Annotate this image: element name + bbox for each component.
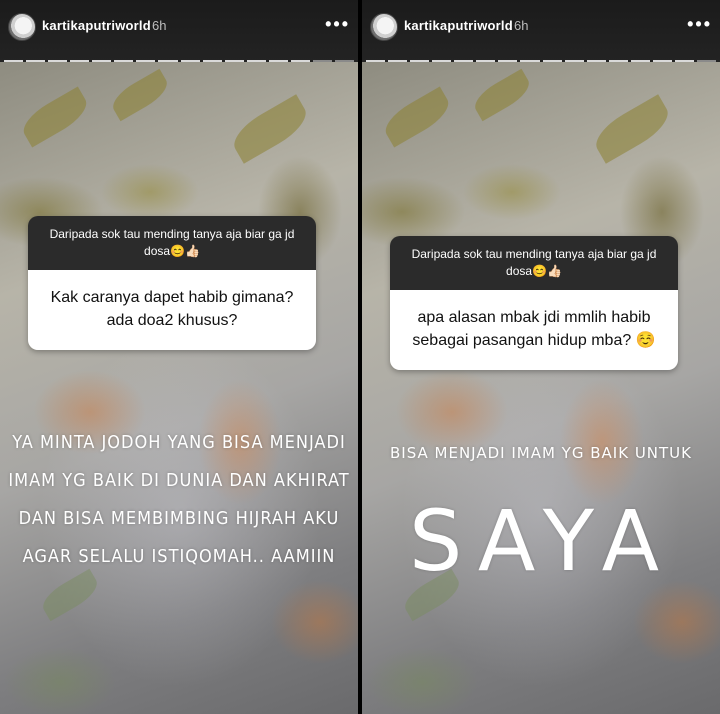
more-dots-icon[interactable]: •••: [687, 14, 712, 35]
answer-text: YA MINTA JODOH YANG BISA MENJADI IMAM YG…: [8, 432, 350, 567]
question-prompt: Daripada sok tau mending tanya aja biar …: [390, 236, 678, 290]
leaf-decoration: [17, 86, 93, 148]
leaf-decoration: [107, 68, 173, 122]
story-header: kartikaputriworld 6h •••: [0, 0, 358, 62]
story-header: kartikaputriworld 6h •••: [362, 0, 720, 62]
question-sticker: Daripada sok tau mending tanya aja biar …: [390, 236, 678, 370]
answer-big-text: SAYA: [408, 492, 674, 590]
story-viewer: kartikaputriworld 6h ••• Daripada sok ta…: [0, 0, 720, 714]
leaf-decoration: [588, 94, 676, 164]
avatar[interactable]: [370, 13, 398, 41]
question-text: Kak caranya dapet habib gimana?ada doa2 …: [28, 270, 316, 350]
leaf-decoration: [37, 568, 103, 622]
more-dots-icon[interactable]: •••: [325, 14, 350, 35]
story-progress-bar: [4, 60, 354, 62]
leaf-decoration: [226, 94, 314, 164]
username[interactable]: kartikaputriworld: [404, 18, 513, 33]
story-progress-bar: [366, 60, 716, 62]
question-text: apa alasan mbak jdi mmlih habib sebagai …: [390, 290, 678, 370]
story-left[interactable]: kartikaputriworld 6h ••• Daripada sok ta…: [0, 0, 358, 714]
leaf-decoration: [379, 86, 455, 148]
story-background-photo: [0, 62, 358, 714]
question-prompt: Daripada sok tau mending tanya aja biar …: [28, 216, 316, 270]
story-right[interactable]: kartikaputriworld 6h ••• Daripada sok ta…: [362, 0, 720, 714]
post-time: 6h: [514, 18, 529, 33]
username[interactable]: kartikaputriworld: [42, 18, 151, 33]
story-background-photo: [362, 62, 720, 714]
post-time: 6h: [152, 18, 167, 33]
avatar[interactable]: [8, 13, 36, 41]
question-sticker: Daripada sok tau mending tanya aja biar …: [28, 216, 316, 350]
leaf-decoration: [469, 68, 535, 122]
answer-text: BISA MENJADI IMAM YG BAIK UNTUK: [390, 444, 692, 462]
